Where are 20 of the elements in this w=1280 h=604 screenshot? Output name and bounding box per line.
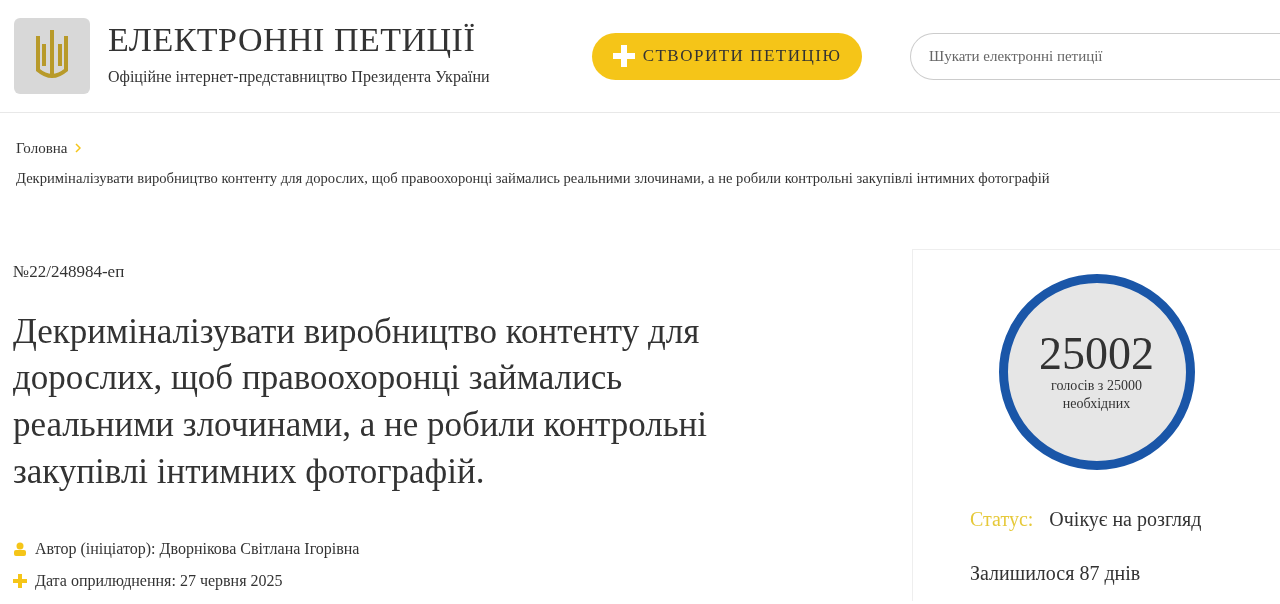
petition-number: №22/248984-еп [13,261,126,284]
plus-icon [13,574,27,589]
petition-date: Дата оприлюднення: 27 червня 2025 [35,571,283,592]
site-title[interactable]: ЕЛЕКТРОННІ ПЕТИЦІЇ [108,23,490,57]
days-remaining: Залишилося 87 днів [970,561,1142,587]
vote-count: 25002 [1039,331,1154,378]
chevron-right-icon [75,143,82,154]
status-label: Статус: [970,507,1034,533]
breadcrumb-current: Декриміналізувати виробництво контенту для дорослих, щоб правоохоронці займались реальними злочинами, а не робили контрольні закупівлі інтимних фотографій [16,168,1051,188]
person-icon [13,542,27,557]
create-petition-button[interactable]: СТВОРИТИ ПЕТИЦІЮ [592,32,862,80]
site-subtitle: Офіційне інтернет-представництво Президента України [108,67,490,88]
petition-author: Автор (ініціатор): Дворнікова Світлана Ігорівна [35,539,360,560]
plus-icon [612,45,635,67]
petition-title: Декриміналізувати виробництво контенту для дорослих, щоб правоохоронці займались реальними злочинами, а не робили контрольні закупівлі інтимних фотографій. [13,310,709,493]
emblem-icon[interactable] [12,16,92,96]
search-field[interactable]: Шукати електронні петиції [910,32,1280,80]
status-value: Очікує на розгляд [1049,507,1202,533]
breadcrumb-link[interactable]: Головна [16,137,68,160]
vote-caption: голосів з 25000 необхідних [1050,377,1143,414]
